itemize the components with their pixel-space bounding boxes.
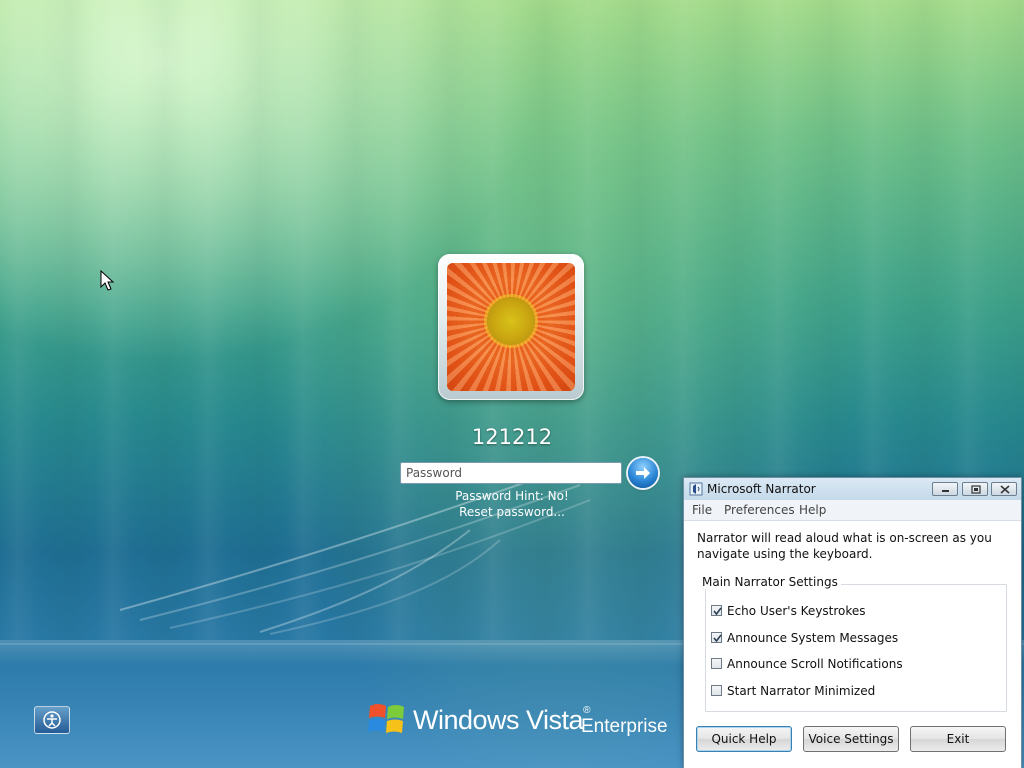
option-start-minimized[interactable]: Start Narrator Minimized [711, 684, 875, 698]
submit-login-button[interactable] [628, 458, 658, 488]
trademark-symbol: ® [583, 705, 590, 716]
checkbox-start-minimized[interactable] [711, 685, 722, 696]
option-label: Echo User's Keystrokes [727, 604, 866, 618]
narrator-app-icon [689, 482, 703, 496]
user-picture-center [487, 297, 535, 345]
checkbox-announce-system-messages[interactable] [711, 632, 722, 643]
option-label: Announce Scroll Notifications [727, 657, 903, 671]
option-label: Announce System Messages [727, 631, 899, 645]
quick-help-button[interactable]: Quick Help [696, 726, 792, 752]
windows-vista-logo-text: Windows Vista® [413, 705, 590, 736]
menu-file[interactable]: File [692, 503, 712, 517]
edition-label: Enterprise [581, 716, 668, 737]
checkbox-echo-keystrokes[interactable] [711, 605, 722, 616]
close-button[interactable] [991, 482, 1017, 496]
voice-settings-button[interactable]: Voice Settings [803, 726, 899, 752]
menu-preferences[interactable]: Preferences [724, 503, 795, 517]
narrator-description: Narrator will read aloud what is on-scre… [697, 531, 992, 561]
option-announce-scroll-notifications[interactable]: Announce Scroll Notifications [711, 657, 903, 671]
close-icon [1000, 485, 1010, 494]
option-announce-system-messages[interactable]: Announce System Messages [711, 631, 898, 645]
checkbox-announce-scroll-notifications[interactable] [711, 658, 722, 669]
narrator-window: Microsoft Narrator File Preferences Help… [683, 477, 1022, 768]
minimize-icon [942, 490, 949, 492]
menu-help[interactable]: Help [799, 503, 826, 517]
option-echo-keystrokes[interactable]: Echo User's Keystrokes [711, 604, 866, 618]
main-settings-group-title: Main Narrator Settings [699, 575, 841, 589]
reset-password-link[interactable]: Reset password... [412, 505, 612, 519]
narrator-menubar: File Preferences Help [684, 500, 1021, 521]
ease-of-access-icon [43, 711, 61, 729]
password-hint: Password Hint: No! [455, 489, 569, 503]
restore-icon [971, 485, 981, 494]
checkmark-icon [713, 634, 722, 643]
minimize-button[interactable] [932, 482, 958, 496]
option-label: Start Narrator Minimized [727, 684, 876, 698]
narrator-title: Microsoft Narrator [707, 482, 816, 496]
narrator-titlebar[interactable]: Microsoft Narrator [684, 478, 1021, 500]
windows-flag-icon [368, 704, 404, 733]
ease-of-access-button[interactable] [34, 706, 70, 734]
user-picture [447, 263, 575, 391]
checkmark-icon [713, 607, 722, 616]
product-name: Windows Vista [413, 705, 584, 735]
password-input[interactable] [400, 462, 622, 484]
maximize-button[interactable] [962, 482, 988, 496]
user-tile[interactable] [438, 254, 584, 400]
mouse-cursor-icon [100, 270, 115, 291]
username-label: 121212 [471, 425, 553, 449]
exit-button[interactable]: Exit [910, 726, 1006, 752]
arrow-right-icon [636, 467, 650, 479]
